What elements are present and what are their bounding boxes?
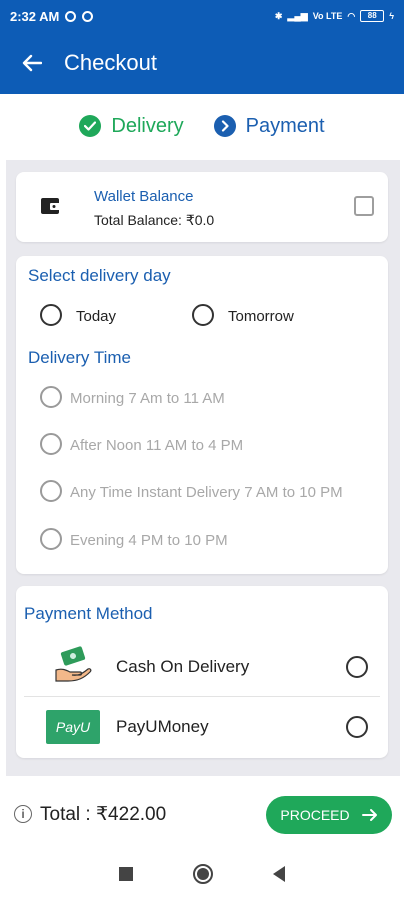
proceed-button[interactable]: PROCEED bbox=[266, 796, 392, 834]
proceed-label: PROCEED bbox=[280, 807, 350, 823]
radio-payu[interactable] bbox=[346, 716, 368, 738]
radio-time-afternoon[interactable] bbox=[40, 433, 62, 455]
payu-logo: PayU bbox=[46, 710, 100, 744]
bluetooth-icon: ✱ bbox=[274, 10, 283, 21]
wallet-title: Wallet Balance bbox=[94, 188, 194, 205]
delivery-card: Select delivery day Today Tomorrow Deliv… bbox=[16, 256, 388, 574]
wallet-icon bbox=[41, 198, 61, 214]
cash-hand-icon bbox=[55, 646, 92, 682]
charging-icon: ϟ bbox=[389, 11, 394, 21]
wallet-balance: Total Balance: ₹0.0 bbox=[94, 212, 215, 228]
option-time-afternoon[interactable]: After Noon 11 AM to 4 PM bbox=[70, 437, 243, 454]
back-arrow-icon bbox=[22, 54, 42, 72]
wallet-card[interactable]: Wallet Balance Total Balance: ₹0.0 bbox=[16, 172, 388, 242]
checkout-steps: Delivery Payment bbox=[0, 94, 404, 158]
option-time-evening[interactable]: Evening 4 PM to 10 PM bbox=[70, 532, 228, 549]
step-delivery[interactable]: Delivery bbox=[79, 114, 184, 138]
payment-option-cod[interactable]: Cash On Delivery bbox=[16, 638, 388, 696]
back-button[interactable] bbox=[0, 32, 64, 94]
delivery-day-title: Select delivery day bbox=[28, 266, 171, 285]
radio-cod[interactable] bbox=[346, 656, 368, 678]
system-nav-bar bbox=[0, 848, 404, 900]
radio-time-anytime[interactable] bbox=[40, 480, 62, 502]
status-time: 2:32 AM bbox=[10, 8, 60, 24]
checkout-content: Wallet Balance Total Balance: ₹0.0 Selec… bbox=[6, 160, 400, 776]
total-bar: i Total : ₹422.00 PROCEED bbox=[0, 780, 404, 848]
notification-icon bbox=[65, 10, 77, 22]
page-title: Checkout bbox=[64, 50, 157, 75]
radio-time-morning[interactable] bbox=[40, 386, 62, 408]
notification-icon-2 bbox=[82, 10, 94, 22]
total-amount: Total : ₹422.00 bbox=[40, 803, 167, 825]
cod-label: Cash On Delivery bbox=[116, 657, 250, 676]
home-icon[interactable] bbox=[193, 864, 213, 884]
arrow-right-icon bbox=[361, 809, 377, 821]
radio-tomorrow[interactable] bbox=[192, 304, 214, 326]
delivery-time-title: Delivery Time bbox=[28, 348, 131, 367]
step-delivery-label: Delivery bbox=[111, 114, 184, 137]
option-time-morning[interactable]: Morning 7 Am to 11 AM bbox=[70, 390, 225, 407]
network-label: Vo LTE bbox=[312, 11, 343, 21]
option-time-anytime[interactable]: Any Time Instant Delivery 7 AM to 10 PM bbox=[70, 484, 343, 501]
status-bar: 2:32 AM ✱ ▂▄▆ Vo LTE ◠ 88 ϟ bbox=[0, 0, 404, 32]
radio-today[interactable] bbox=[40, 304, 62, 326]
check-icon bbox=[79, 115, 102, 137]
chevron-right-icon bbox=[213, 115, 236, 137]
payment-divider bbox=[24, 696, 380, 697]
signal-icon: ▂▄▆ bbox=[287, 10, 308, 21]
step-payment[interactable]: Payment bbox=[213, 114, 325, 138]
battery-icon: 88 bbox=[360, 10, 385, 22]
app-bar: Checkout bbox=[0, 32, 404, 94]
wifi-icon: ◠ bbox=[347, 10, 356, 21]
option-today[interactable]: Today bbox=[76, 308, 116, 325]
system-back-icon[interactable] bbox=[273, 866, 285, 882]
payment-method-title: Payment Method bbox=[24, 604, 153, 623]
radio-time-evening[interactable] bbox=[40, 528, 62, 550]
payment-card: Payment Method Cash On Delivery PayU Pay… bbox=[16, 586, 388, 758]
step-payment-label: Payment bbox=[245, 114, 325, 137]
info-icon[interactable]: i bbox=[14, 805, 32, 823]
payment-option-payu[interactable]: PayU PayUMoney bbox=[16, 698, 388, 756]
recents-icon[interactable] bbox=[119, 867, 133, 881]
payu-label: PayUMoney bbox=[116, 717, 209, 736]
wallet-checkbox[interactable] bbox=[354, 196, 374, 216]
option-tomorrow[interactable]: Tomorrow bbox=[228, 308, 294, 325]
